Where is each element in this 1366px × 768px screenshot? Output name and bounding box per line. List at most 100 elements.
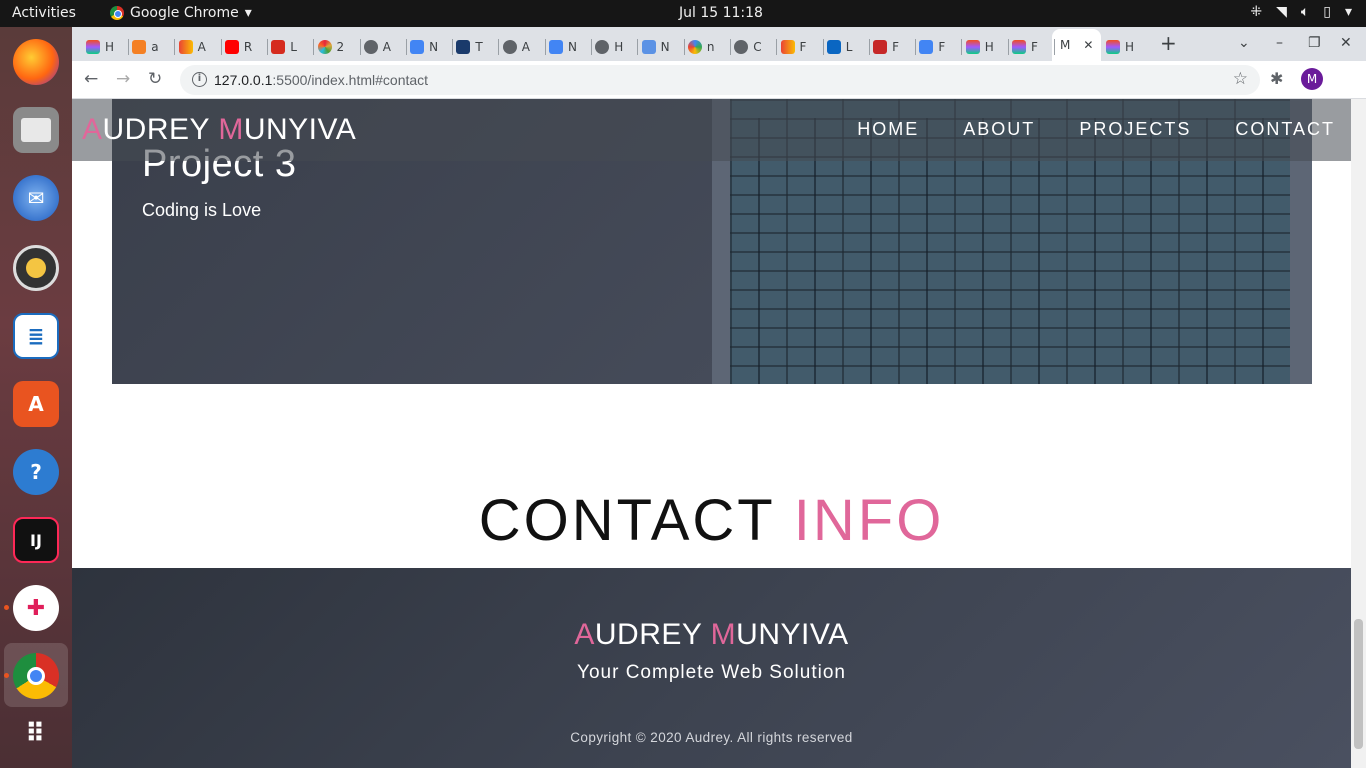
bookmark-star-icon[interactable]: ☆ bbox=[1233, 69, 1248, 89]
tab-search-icon[interactable]: ⌄ bbox=[1238, 35, 1250, 51]
tab-active[interactable]: M ✕ bbox=[1052, 29, 1102, 61]
nav-home-link[interactable]: HOME bbox=[857, 119, 919, 140]
docs-icon bbox=[919, 40, 934, 54]
browser-tab[interactable]: N bbox=[549, 33, 577, 61]
files-icon[interactable] bbox=[13, 107, 59, 153]
google-icon bbox=[687, 40, 702, 54]
site-info-icon[interactable]: i bbox=[192, 72, 207, 87]
docs-icon bbox=[549, 40, 563, 54]
browser-tab[interactable]: A bbox=[502, 33, 530, 61]
nav-contact-link[interactable]: CONTACT bbox=[1235, 119, 1335, 140]
tab-label: F bbox=[892, 40, 899, 54]
help-icon[interactable]: ? bbox=[13, 449, 59, 495]
tab-separator bbox=[822, 39, 824, 55]
scrollbar-thumb[interactable] bbox=[1354, 619, 1363, 749]
browser-tab[interactable]: F bbox=[873, 33, 899, 61]
app-grid-icon[interactable]: ⠿ bbox=[13, 711, 59, 757]
browser-tab[interactable]: L bbox=[271, 33, 297, 61]
page-viewport: Project 3 Coding is Love AUDREY MUNYIVA … bbox=[72, 99, 1366, 768]
nav-about-link[interactable]: ABOUT bbox=[963, 119, 1035, 140]
close-icon[interactable]: ✕ bbox=[1083, 38, 1093, 52]
browser-tab[interactable]: N bbox=[641, 33, 670, 61]
close-window-icon[interactable]: ✕ bbox=[1340, 35, 1352, 51]
tab-separator bbox=[220, 39, 222, 55]
site-logo[interactable]: AUDREY MUNYIVA bbox=[82, 113, 356, 147]
browser-tab[interactable]: H bbox=[965, 33, 994, 61]
browser-tab[interactable]: A bbox=[363, 33, 392, 61]
address-bar[interactable]: i 127.0.0.1:5500/index.html#contact ☆ bbox=[180, 65, 1260, 95]
clock[interactable]: Jul 15 11:18 bbox=[679, 5, 763, 21]
software-center-icon[interactable]: A bbox=[13, 381, 59, 427]
browser-tab[interactable]: T bbox=[456, 33, 483, 61]
tab-label: N bbox=[660, 40, 670, 54]
footer-logo-text-first: UDREY bbox=[594, 618, 711, 651]
volume-icon[interactable]: 🔈︎ bbox=[1301, 4, 1309, 20]
globe-icon bbox=[734, 40, 749, 54]
browser-tab[interactable]: F bbox=[919, 33, 945, 61]
tab-separator bbox=[452, 39, 454, 55]
running-indicator bbox=[4, 605, 9, 610]
tab-label: 2 bbox=[336, 40, 345, 54]
minimize-icon[interactable]: – bbox=[1276, 35, 1283, 51]
forward-icon[interactable]: → bbox=[116, 69, 130, 89]
page-scrollbar[interactable] bbox=[1351, 99, 1366, 768]
tab-label: A bbox=[382, 40, 392, 54]
battery-icon[interactable]: ▯ bbox=[1323, 4, 1331, 20]
logo-text-last: UNYIVA bbox=[243, 113, 357, 146]
nav-projects-link[interactable]: PROJECTS bbox=[1079, 119, 1191, 140]
browser-tab[interactable]: n bbox=[687, 33, 715, 61]
browser-tab[interactable]: R bbox=[224, 33, 252, 61]
browser-tab[interactable]: 2 bbox=[317, 33, 345, 61]
libreoffice-impress-icon[interactable]: ≣ bbox=[13, 313, 59, 359]
chevron-down-icon: ▾ bbox=[244, 5, 252, 21]
tab-separator bbox=[591, 39, 592, 55]
browser-toolbar: ← → ↻ i 127.0.0.1:5500/index.html#contac… bbox=[72, 61, 1366, 99]
network-icon[interactable]: ⁜ bbox=[1250, 4, 1262, 20]
tab-trailing[interactable]: H bbox=[1106, 33, 1134, 61]
url-text[interactable]: 127.0.0.1:5500/index.html#contact bbox=[214, 72, 428, 88]
browser-tab[interactable]: H bbox=[86, 33, 114, 61]
app-menu-label: Google Chrome bbox=[130, 5, 239, 21]
wifi-icon[interactable]: ◥ bbox=[1276, 4, 1287, 20]
tab-separator bbox=[915, 39, 917, 55]
browser-tab[interactable]: A bbox=[178, 33, 206, 61]
tab-separator bbox=[313, 39, 315, 55]
intellij-icon[interactable]: IJ bbox=[13, 517, 59, 563]
tab-label: F bbox=[938, 40, 946, 54]
browser-tab[interactable]: C bbox=[734, 33, 762, 61]
activities-button[interactable]: Activities bbox=[12, 5, 76, 21]
system-tray[interactable]: ⁜ ◥ 🔈︎ ▯ ▾ bbox=[1250, 4, 1352, 20]
browser-tab[interactable]: F bbox=[1012, 33, 1038, 61]
chrome-icon[interactable] bbox=[13, 653, 59, 699]
project-description: Coding is Love bbox=[142, 200, 262, 220]
tab-separator bbox=[405, 39, 407, 55]
browser-tab[interactable]: L bbox=[826, 33, 852, 61]
tab-separator bbox=[498, 39, 500, 55]
tab-label: n bbox=[706, 40, 715, 54]
tab-label: a bbox=[151, 40, 159, 54]
slack-icon[interactable]: ✚ bbox=[13, 585, 59, 631]
globe-icon bbox=[595, 40, 610, 54]
app-menu[interactable]: Google Chrome ▾ bbox=[110, 5, 252, 21]
power-menu-icon[interactable]: ▾ bbox=[1345, 4, 1352, 20]
tab-separator bbox=[128, 39, 129, 55]
chrome-icon bbox=[110, 6, 124, 20]
firefox-icon[interactable] bbox=[13, 39, 59, 85]
site-nav: HOME ABOUT PROJECTS CONTACT bbox=[857, 119, 1335, 140]
restore-icon[interactable]: ❐ bbox=[1308, 35, 1321, 51]
thunderbird-icon[interactable]: ✉ bbox=[13, 175, 59, 221]
browser-tab[interactable]: F bbox=[780, 33, 806, 61]
browser-tab[interactable]: H bbox=[595, 33, 623, 61]
extensions-icon[interactable]: ✱ bbox=[1270, 69, 1283, 88]
tab-label: C bbox=[753, 40, 762, 54]
browser-tab[interactable]: N bbox=[410, 33, 438, 61]
new-tab-button[interactable]: + bbox=[1160, 31, 1177, 55]
reload-icon[interactable]: ↻ bbox=[148, 69, 162, 89]
back-icon[interactable]: ← bbox=[84, 69, 98, 89]
tab-label: A bbox=[521, 40, 530, 54]
browser-tab[interactable]: a bbox=[132, 33, 159, 61]
logo-text-first: UDREY bbox=[102, 113, 219, 146]
contact-heading-word: CONTACT bbox=[478, 488, 794, 553]
rhythmbox-icon[interactable] bbox=[13, 245, 59, 291]
profile-avatar[interactable]: M bbox=[1301, 68, 1323, 90]
